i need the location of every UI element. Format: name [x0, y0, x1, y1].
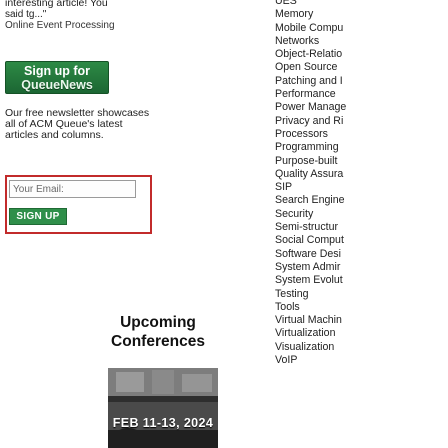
newsletter-signup-form: SIGN UP [5, 175, 152, 234]
topic-link[interactable]: Mobile Compu [275, 22, 448, 35]
banner-line-1: Sign up for [24, 64, 90, 78]
topic-link[interactable]: Power Manage [275, 101, 448, 114]
topic-link[interactable]: Software Desi [275, 248, 448, 261]
topic-link[interactable]: SIP [275, 181, 448, 194]
upcoming-conferences-heading: Upcoming Conferences [90, 313, 226, 351]
conference-promo-image[interactable]: FEB 11-13, 2024 [108, 368, 218, 448]
topic-link[interactable]: VoIP [275, 354, 448, 367]
topic-link[interactable]: Quality Assura [275, 168, 448, 181]
topic-link[interactable]: Purpose-built [275, 155, 448, 168]
snippet-quote: said tg..." [5, 9, 47, 20]
topic-link[interactable]: Search Engine [275, 194, 448, 207]
left-column: interesting article! You said tg..." Onl… [0, 0, 265, 448]
email-field[interactable] [9, 180, 136, 198]
topic-link[interactable]: Open Source [275, 61, 448, 74]
topic-link[interactable]: Virtualization [275, 327, 448, 340]
topic-link[interactable]: Processors [275, 128, 448, 141]
topic-link[interactable]: Tools [275, 301, 448, 314]
topic-link[interactable]: System Evolut [275, 274, 448, 287]
promo-date-text: FEB 11-13, 2024 [112, 416, 214, 430]
topic-link[interactable]: Memory [275, 8, 448, 21]
newsletter-description: Our free newsletter showcases all of ACM… [5, 107, 150, 142]
topic-link[interactable]: Patching and I [275, 75, 448, 88]
topic-link[interactable]: Social Comput [275, 234, 448, 247]
topic-link[interactable]: Performance [275, 88, 448, 101]
topic-link[interactable]: Semi-structur [275, 221, 448, 234]
banner-line-2: QueueNews [21, 78, 93, 92]
conference-scene-graphic [108, 368, 218, 448]
topic-list: UES Memory Mobile Compu Networks Object-Rela… [275, 0, 448, 367]
conf-title-line-1: Upcoming [120, 314, 196, 331]
signup-button[interactable]: SIGN UP [9, 208, 67, 225]
topics-sidebar: UES Memory Mobile Compu Networks Object-Rela… [275, 0, 448, 367]
page: interesting article! You said tg..." Onl… [0, 0, 448, 448]
topic-link[interactable]: Object-Relatio [275, 48, 448, 61]
topic-link[interactable]: Virtual Machin [275, 314, 448, 327]
topic-link[interactable]: Visualization [275, 341, 448, 354]
snippet-headline: interesting article! You [5, 0, 108, 9]
topic-link[interactable]: Security [275, 208, 448, 221]
topic-link[interactable]: Networks [275, 35, 448, 48]
snippet-source-link[interactable]: Online Event Processing [5, 20, 260, 31]
queuenews-signup-banner[interactable]: Sign up for QueueNews [5, 61, 109, 94]
topic-link[interactable]: Programming [275, 141, 448, 154]
conf-title-line-2: Conferences [111, 333, 205, 350]
topic-link[interactable]: UES [275, 0, 448, 8]
topic-link[interactable]: Testing [275, 288, 448, 301]
comment-snippet: interesting article! You said tg..." Onl… [5, 0, 260, 31]
topic-link[interactable]: Privacy and Ri [275, 115, 448, 128]
topic-link[interactable]: System Admir [275, 261, 448, 274]
